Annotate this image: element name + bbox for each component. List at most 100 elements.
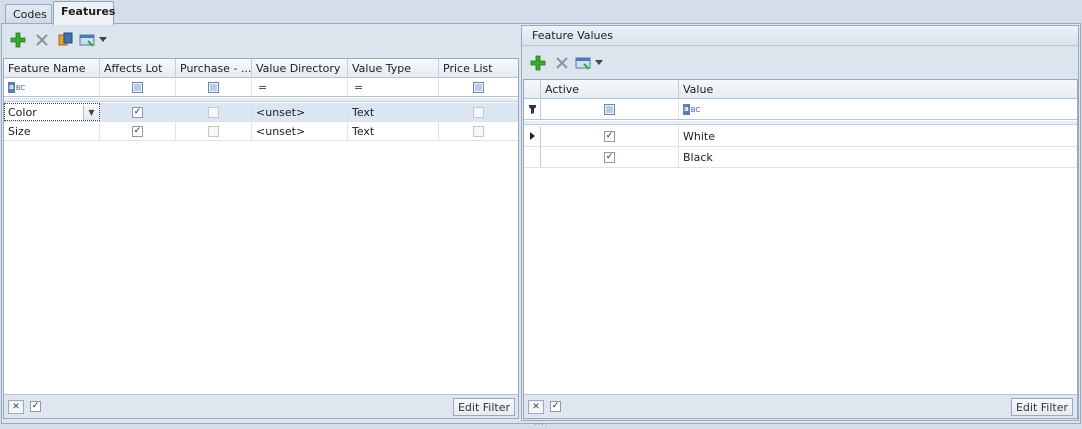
feature-name-value: Color xyxy=(8,105,37,119)
checkbox-unchecked[interactable] xyxy=(208,106,219,118)
filter-enabled-checkbox[interactable]: ✓ xyxy=(550,401,561,412)
filter-active[interactable] xyxy=(541,100,679,119)
filter-checkbox[interactable] xyxy=(473,82,484,93)
tab-features[interactable]: Features xyxy=(53,1,115,25)
feature-values-toolbar xyxy=(527,50,605,76)
view-icon xyxy=(79,34,95,47)
filter-value[interactable]: a BC xyxy=(679,100,1077,119)
filter-value-type[interactable]: = xyxy=(348,79,439,96)
value-cell[interactable]: Black xyxy=(679,147,1077,167)
features-header-row: Feature Name Affects Lot Purchase - ... … xyxy=(4,59,518,78)
view-button[interactable] xyxy=(575,52,603,74)
features-toolbar xyxy=(7,27,109,53)
table-row[interactable]: ✓ Black xyxy=(524,147,1077,168)
features-panel: Feature Name Affects Lot Purchase - ... … xyxy=(3,27,519,419)
view-icon xyxy=(575,57,591,70)
arrow-right-icon xyxy=(529,132,535,140)
row-indicator xyxy=(524,147,541,167)
abc-filter-icon: a BC xyxy=(683,104,701,115)
panel-title: Feature Values xyxy=(522,26,1078,46)
active-cell[interactable]: ✓ xyxy=(541,147,679,167)
filter-enabled-checkbox[interactable]: ✓ xyxy=(30,401,41,412)
x-icon xyxy=(36,34,48,46)
filter-checkbox[interactable] xyxy=(604,104,615,115)
filter-price-list[interactable] xyxy=(439,79,518,96)
filter-separator xyxy=(524,121,1077,125)
filter-feature-name[interactable]: a BC xyxy=(4,79,100,96)
filter-checkbox[interactable] xyxy=(208,82,219,93)
tab-codes[interactable]: Codes xyxy=(5,4,52,24)
filter-row-indicator xyxy=(524,100,541,119)
features-filter-row: a BC = = xyxy=(4,79,518,97)
current-row-indicator xyxy=(524,126,541,146)
col-value[interactable]: Value xyxy=(679,80,1077,99)
col-purchase[interactable]: Purchase - ... xyxy=(176,59,252,78)
table-row[interactable]: Color ▼ ✓ <unset> Text xyxy=(4,103,518,122)
chevron-down-icon[interactable] xyxy=(595,60,603,66)
feature-name-combo[interactable]: Color ▼ xyxy=(4,103,100,121)
edit-filter-button[interactable]: Edit Filter xyxy=(1010,398,1073,416)
col-value-type[interactable]: Value Type xyxy=(348,59,439,78)
col-value-directory[interactable]: Value Directory xyxy=(252,59,348,78)
values-header-row: Active Value xyxy=(524,80,1077,99)
view-button[interactable] xyxy=(79,29,107,51)
checkbox-unchecked[interactable] xyxy=(473,106,484,118)
checkbox-checked[interactable]: ✓ xyxy=(132,125,143,137)
value-directory-cell[interactable]: <unset> xyxy=(252,122,348,140)
table-row[interactable]: ✓ White xyxy=(524,126,1077,147)
tab-strip: Codes Features xyxy=(0,0,1082,25)
value-type-cell[interactable]: Text xyxy=(348,122,439,140)
copy-icon xyxy=(58,32,73,46)
price-list-cell[interactable] xyxy=(439,103,518,121)
clear-filter-button[interactable]: ✕ xyxy=(528,400,544,414)
close-icon: ✕ xyxy=(532,402,540,412)
checkbox-unchecked[interactable] xyxy=(208,125,219,137)
x-icon xyxy=(556,57,568,69)
edit-filter-button[interactable]: Edit Filter xyxy=(452,398,515,416)
value-directory-cell[interactable]: <unset> xyxy=(252,103,348,121)
feature-name-cell[interactable]: Size xyxy=(4,122,100,140)
plus-icon xyxy=(530,55,546,71)
checkbox-checked[interactable]: ✓ xyxy=(604,151,615,163)
chevron-down-icon[interactable]: ▼ xyxy=(83,104,99,120)
affects-lot-cell[interactable]: ✓ xyxy=(100,103,176,121)
values-footer: ✕ ✓ Edit Filter xyxy=(524,394,1077,418)
affects-lot-cell[interactable]: ✓ xyxy=(100,122,176,140)
checkbox-unchecked[interactable] xyxy=(473,125,484,137)
delete-button[interactable] xyxy=(31,29,53,51)
col-feature-name[interactable]: Feature Name xyxy=(4,59,100,78)
col-active[interactable]: Active xyxy=(541,80,679,99)
plus-icon xyxy=(10,32,26,48)
add-button[interactable] xyxy=(527,52,549,74)
feature-values-panel: Feature Values Active Value a BC ✓ White… xyxy=(521,25,1079,421)
filter-pin-icon xyxy=(528,105,536,114)
filter-separator xyxy=(4,98,518,102)
equals-icon: = xyxy=(258,81,268,94)
filter-value-directory[interactable]: = xyxy=(252,79,348,96)
purchase-cell[interactable] xyxy=(176,122,252,140)
active-cell[interactable]: ✓ xyxy=(541,126,679,146)
value-type-cell[interactable]: Text xyxy=(348,103,439,121)
chevron-down-icon[interactable] xyxy=(99,37,107,43)
clear-filter-button[interactable]: ✕ xyxy=(8,400,24,414)
purchase-cell[interactable] xyxy=(176,103,252,121)
value-cell[interactable]: White xyxy=(679,126,1077,146)
filter-purchase[interactable] xyxy=(176,79,252,96)
add-button[interactable] xyxy=(7,29,29,51)
close-icon: ✕ xyxy=(12,402,20,412)
checkbox-checked[interactable]: ✓ xyxy=(604,130,615,142)
features-footer: ✕ ✓ Edit Filter xyxy=(4,394,518,418)
col-price-list[interactable]: Price List xyxy=(439,59,518,78)
price-list-cell[interactable] xyxy=(439,122,518,140)
checkbox-checked[interactable]: ✓ xyxy=(132,106,143,118)
features-grid: Feature Name Affects Lot Purchase - ... … xyxy=(3,58,519,419)
table-row[interactable]: Size ✓ <unset> Text xyxy=(4,122,518,141)
row-indicator-header xyxy=(524,80,541,99)
filter-affects-lot[interactable] xyxy=(100,79,176,96)
abc-filter-icon: a BC xyxy=(8,82,26,93)
values-filter-row: a BC xyxy=(524,100,1077,120)
delete-button[interactable] xyxy=(551,52,573,74)
col-affects-lot[interactable]: Affects Lot xyxy=(100,59,176,78)
filter-checkbox[interactable] xyxy=(132,82,143,93)
copy-button[interactable] xyxy=(55,29,77,51)
